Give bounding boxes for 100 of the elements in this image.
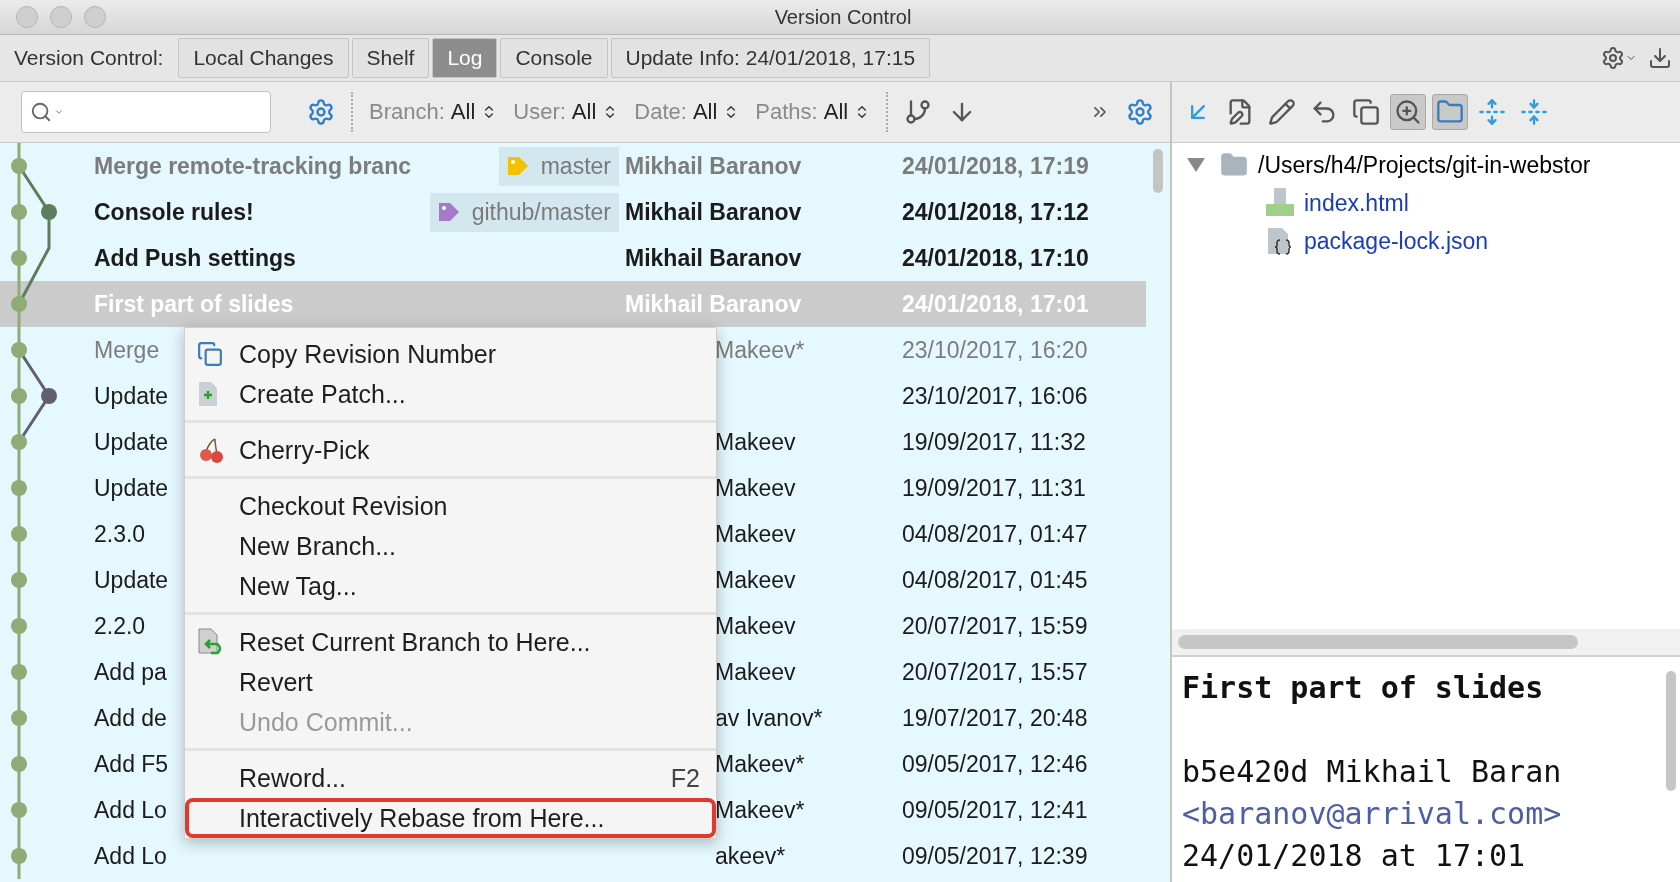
commit-subject: Add Lo xyxy=(94,842,167,870)
commit-dot xyxy=(41,388,57,404)
commit-dot xyxy=(11,296,27,312)
commit-date: 23/10/2017, 16:20 xyxy=(902,336,1088,364)
commit-author: Mikhail Baranov xyxy=(625,198,803,226)
commit-dot xyxy=(11,434,27,450)
filter-dropdown[interactable]: User: All xyxy=(509,99,623,125)
commit-author: Makeev xyxy=(715,612,797,640)
commit-date: 20/07/2017, 15:59 xyxy=(902,612,1088,640)
commit-dot xyxy=(11,342,27,358)
filter-dropdown[interactable]: Date: All xyxy=(630,99,744,125)
tab[interactable]: Local Changes xyxy=(178,38,349,78)
commit-dot xyxy=(11,756,27,772)
commit-author: Makeev xyxy=(715,520,797,548)
html-file-icon xyxy=(1266,188,1294,218)
pencil-icon xyxy=(1268,98,1296,126)
commit-dot xyxy=(11,710,27,726)
patch-file-icon xyxy=(197,381,219,407)
commit-row[interactable]: Console rules! github/master Mikhail Baranov 24/01/2018, 17:12 xyxy=(0,189,1146,235)
branch-tag: master xyxy=(498,146,619,186)
scrollbar-thumb[interactable] xyxy=(1153,149,1163,193)
zoom-icon xyxy=(1394,98,1422,126)
commit-row[interactable]: Merge remote-tracking branc master Mikhail Baranov 24/01/2018, 17:19 xyxy=(0,143,1146,189)
search-icon xyxy=(30,101,52,123)
commit-author: Makeev xyxy=(715,658,797,686)
commit-dot xyxy=(11,618,27,634)
commit-author: av Ivanov* xyxy=(715,704,824,732)
commit-subject: Add F5 xyxy=(94,750,169,778)
toolbar-button[interactable] xyxy=(1390,94,1426,130)
triangle-icon xyxy=(1186,157,1206,173)
folder-path: /Users/h4/Projects/git-in-webstor xyxy=(1258,151,1591,179)
file-name[interactable]: index.html xyxy=(1304,189,1409,217)
filter-dropdown[interactable]: Branch: All xyxy=(365,99,502,125)
commit-dot xyxy=(11,204,27,220)
menu-item[interactable]: Interactively Rebase from Here... xyxy=(185,798,716,838)
file-name[interactable]: package-lock.json xyxy=(1304,227,1489,255)
commit-hash-author: b5e420d Mikhail Baran xyxy=(1182,753,1563,791)
expand-all-icon xyxy=(1478,98,1506,126)
menu-item[interactable]: Create Patch... xyxy=(185,374,716,414)
commit-date: 24/01/2018, 17:10 xyxy=(902,244,1089,272)
commit-date: 19/07/2017, 20:48 xyxy=(902,704,1088,732)
commit-author: Makeev xyxy=(715,566,797,594)
commit-dot xyxy=(11,388,27,404)
commit-author: Mikhail Baranov xyxy=(625,152,803,180)
commit-date: 19/09/2017, 11:31 xyxy=(902,474,1086,502)
collapse-all-icon xyxy=(1520,98,1548,126)
folder-icon xyxy=(1220,151,1248,179)
commit-author: Makeev* xyxy=(715,796,806,824)
commit-dot xyxy=(11,664,27,680)
scrollbar-thumb[interactable] xyxy=(1178,635,1578,649)
commit-dot xyxy=(11,480,27,496)
commit-author: Makeev xyxy=(715,428,797,456)
copy-icon xyxy=(1352,98,1380,126)
commit-author: akeev* xyxy=(715,842,787,870)
commit-date: 24/01/2018 at 17:01 xyxy=(1182,837,1527,875)
tab[interactable]: Shelf xyxy=(351,38,430,78)
tab[interactable]: Console xyxy=(500,38,608,78)
author-email-link[interactable]: <baranov@arrival.com> xyxy=(1182,793,1662,835)
commit-author: Makeev* xyxy=(715,750,806,778)
caret-icon xyxy=(54,107,64,117)
commit-dot xyxy=(41,204,57,220)
commit-message: First part of slides xyxy=(1182,669,1545,707)
commit-date: 04/08/2017, 01:47 xyxy=(902,520,1088,548)
menu-item[interactable]: Reset Current Branch to Here... xyxy=(185,622,716,662)
commit-date: 04/08/2017, 01:45 xyxy=(902,566,1088,594)
menu-item[interactable]: New Branch... xyxy=(185,526,716,566)
commit-subject: Merge remote-tracking branc xyxy=(94,152,411,180)
menu-item[interactable]: Copy Revision Number xyxy=(185,334,716,374)
commit-date: 20/07/2017, 15:57 xyxy=(902,658,1088,686)
json-file-icon xyxy=(1266,226,1294,256)
cherry-icon xyxy=(197,436,225,464)
toolbar-button[interactable] xyxy=(1432,94,1468,130)
tab[interactable]: Update Info: 24/01/2018, 17:15 xyxy=(610,38,931,78)
commit-row[interactable]: Add Push settings Mikhail Baranov 24/01/2018, 17:10 xyxy=(0,235,1146,281)
window-title: Version Control xyxy=(773,5,913,29)
shortcut-label: F2 xyxy=(670,763,700,793)
folder-icon xyxy=(1436,98,1464,126)
commit-subject: Add Push settings xyxy=(94,244,296,272)
commit-dot xyxy=(11,250,27,266)
settings-icon xyxy=(1601,46,1625,70)
commit-author: Makeev* xyxy=(715,336,806,364)
menu-item[interactable]: New Tag... xyxy=(185,566,716,606)
commit-date: 24/01/2018, 17:12 xyxy=(902,198,1089,226)
search-field[interactable] xyxy=(21,91,271,133)
commit-author: Mikhail Baranov xyxy=(625,244,803,272)
commit-dot xyxy=(11,526,27,542)
filter-dropdown[interactable]: Paths: All xyxy=(751,99,875,125)
menu-item[interactable]: Revert xyxy=(185,662,716,702)
menu-item[interactable]: Reword... F2 xyxy=(185,758,716,798)
tab-bar-label: Version Control: xyxy=(13,46,165,70)
commit-date: 09/05/2017, 12:39 xyxy=(902,842,1088,870)
copy-icon xyxy=(197,341,223,367)
branch-tag: github/master xyxy=(429,192,619,232)
commit-date: 24/01/2018, 17:19 xyxy=(902,152,1089,180)
commit-date: 09/05/2017, 12:41 xyxy=(902,796,1088,824)
menu-item[interactable]: Checkout Revision xyxy=(185,486,716,526)
menu-item[interactable]: Cherry-Pick xyxy=(185,430,716,470)
commit-subject: Console rules! xyxy=(94,198,254,226)
scrollbar-thumb[interactable] xyxy=(1666,671,1676,791)
commit-date: 19/09/2017, 11:32 xyxy=(902,428,1086,456)
